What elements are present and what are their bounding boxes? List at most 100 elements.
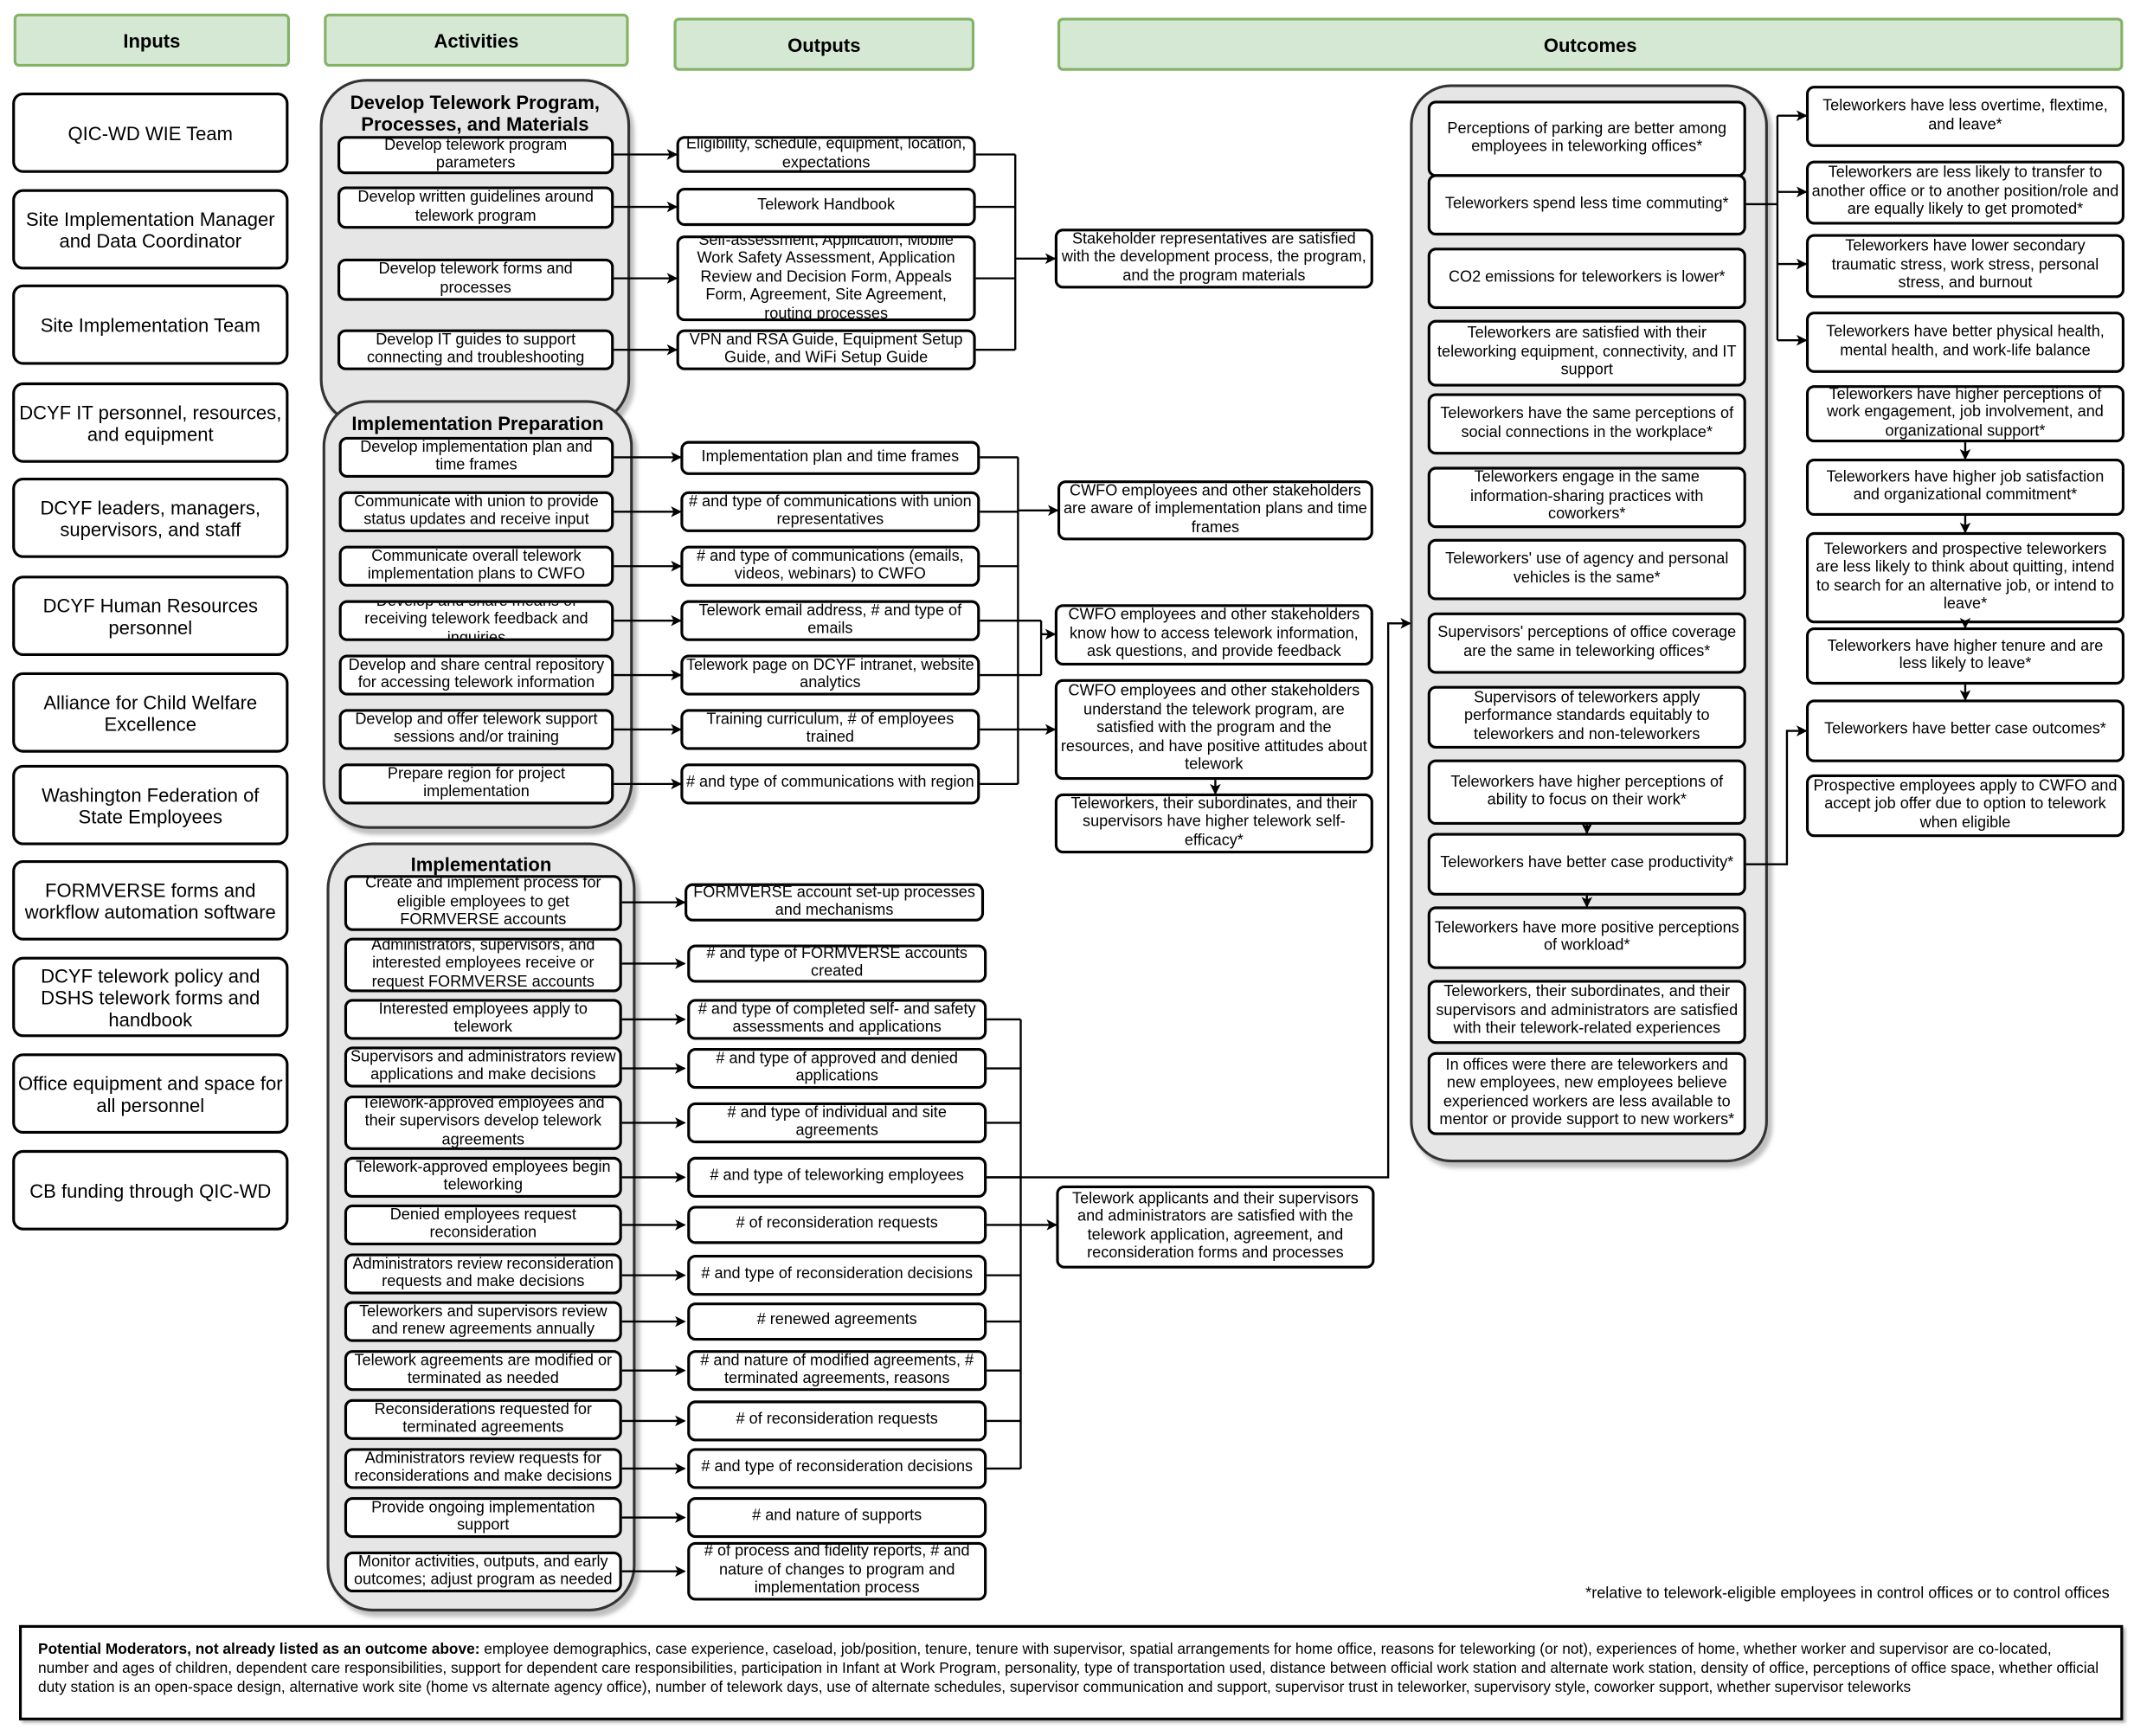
long-term-outcome-box: Teleworkers have higher job satisfaction… bbox=[1805, 458, 2124, 517]
activity-box: Telework agreements are modified or term… bbox=[344, 1350, 622, 1392]
short-outcome-box: Teleworkers, their subordinates, and the… bbox=[1054, 793, 1373, 854]
outcome-box: Teleworkers have more positive perceptio… bbox=[1427, 906, 1746, 969]
output-box: Telework page on DCYF intranet, website … bbox=[680, 654, 980, 696]
header-outcomes: Outcomes bbox=[1057, 17, 2124, 71]
footnote: *relative to telework-eligible employees… bbox=[1585, 1585, 2110, 1603]
short-outcome-box: CWFO employees and other stakeholders un… bbox=[1054, 678, 1373, 781]
outcome-box: Supervisors' perceptions of office cover… bbox=[1427, 612, 1746, 674]
long-term-outcome-box: Teleworkers have less overtime, flextime… bbox=[1805, 86, 2124, 147]
output-box: Telework Handbook bbox=[676, 188, 976, 227]
activity-box: Supervisors and administrators review ap… bbox=[344, 1046, 622, 1088]
input-box: Alliance for Child Welfare Excellence bbox=[12, 672, 289, 753]
output-box: # and type of communications (emails, vi… bbox=[680, 545, 980, 587]
output-box: # renewed agreements bbox=[687, 1302, 987, 1341]
input-box: DCYF leaders, managers, supervisors, and… bbox=[12, 478, 289, 558]
output-box: # and nature of modified agreements, # t… bbox=[687, 1350, 987, 1392]
group-title: Develop Telework Program, Processes, and… bbox=[350, 91, 601, 135]
activity-box: Develop IT guides to support connecting … bbox=[337, 329, 614, 370]
activity-box: Communicate with union to provide status… bbox=[338, 491, 614, 532]
long-term-outcome-box: Teleworkers have lower secondary traumat… bbox=[1805, 234, 2124, 299]
output-box: FORMVERSE account set-up processes and m… bbox=[685, 883, 985, 922]
activity-box: Develop telework program parameters bbox=[337, 136, 614, 175]
long-term-outcome-box: Prospective employees apply to CWFO and … bbox=[1805, 774, 2124, 838]
output-box: # and type of individual and site agreem… bbox=[687, 1102, 987, 1144]
outcome-box: Perceptions of parking are better among … bbox=[1427, 100, 1746, 177]
short-outcome-box: CWFO employees and other stakeholders kn… bbox=[1054, 604, 1373, 666]
outcome-box: Teleworkers, their subordinates, and the… bbox=[1427, 980, 1746, 1045]
output-box: Eligibility, schedule, equipment, locati… bbox=[676, 136, 976, 173]
outcome-box: Teleworkers spend less time commuting* bbox=[1427, 174, 1746, 236]
input-box: Site Implementation Team bbox=[12, 284, 289, 365]
moderators-label: Potential Moderators, not already listed… bbox=[38, 1641, 480, 1658]
outcome-box: Teleworkers have the same perceptions of… bbox=[1427, 393, 1746, 455]
activity-box: Prepare region for project implementatio… bbox=[338, 763, 614, 805]
activity-box: Reconsiderations requested for terminate… bbox=[344, 1398, 622, 1440]
activity-box: Develop telework forms and processes bbox=[337, 258, 614, 301]
input-box: Washington Federation of State Employees bbox=[12, 764, 289, 845]
long-term-outcome-box: Teleworkers have higher perceptions of w… bbox=[1805, 385, 2124, 443]
outcome-box: Teleworkers engage in the same informati… bbox=[1427, 466, 1746, 529]
header-activities: Activities bbox=[324, 13, 629, 68]
input-box: DCYF IT personnel, resources, and equipm… bbox=[12, 382, 289, 463]
activity-box: Administrators review requests for recon… bbox=[344, 1448, 622, 1489]
activity-box: Develop and offer telework support sessi… bbox=[338, 709, 614, 750]
outcome-box: CO2 emissions for teleworkers is lower* bbox=[1427, 248, 1746, 310]
output-box: # of reconsideration requests bbox=[687, 1206, 987, 1244]
header-outputs: Outputs bbox=[673, 17, 975, 71]
long-term-outcome-box: Teleworkers have better physical health,… bbox=[1805, 312, 2124, 373]
input-box: CB funding through QIC-WD bbox=[12, 1149, 289, 1231]
input-box: DCYF Human Resources personnel bbox=[12, 575, 289, 657]
activity-box: Develop implementation plan and time fra… bbox=[338, 436, 614, 479]
activity-box: Create and implement process for eligibl… bbox=[344, 875, 622, 931]
activity-box: Communicate overall telework implementat… bbox=[338, 545, 614, 587]
outcome-box: Teleworkers' use of agency and personal … bbox=[1427, 538, 1746, 601]
activity-box: Monitor activities, outputs, and early o… bbox=[344, 1551, 622, 1593]
output-box: Telework email address, # and type of em… bbox=[680, 600, 980, 641]
outcome-box: Teleworkers have higher perceptions of a… bbox=[1427, 759, 1746, 826]
group-develop-program: Develop Telework Program, Processes, and… bbox=[319, 79, 631, 427]
input-box: QIC-WD WIE Team bbox=[12, 92, 289, 173]
short-outcome-box: CWFO employees and other stakeholders ar… bbox=[1057, 480, 1373, 541]
output-box: Training curriculum, # of employees trai… bbox=[680, 709, 980, 750]
logic-model-diagram: Inputs Activities Outputs Outcomes Devel… bbox=[0, 0, 2134, 1735]
input-box: FORMVERSE forms and workflow automation … bbox=[12, 859, 289, 941]
long-term-outcome-box: Teleworkers have higher tenure and are l… bbox=[1805, 627, 2124, 685]
activity-box: Telework-approved employees and their su… bbox=[344, 1096, 622, 1150]
activity-box: Develop written guidelines around telewo… bbox=[337, 186, 614, 229]
activity-box: Develop and share means of receiving tel… bbox=[338, 600, 614, 641]
activity-box: Administrators review reconsideration re… bbox=[344, 1253, 622, 1295]
short-outcome-box: Telework applicants and their supervisor… bbox=[1056, 1185, 1375, 1269]
outcome-box: Supervisors of teleworkers apply perform… bbox=[1427, 685, 1746, 749]
input-box: DCYF telework policy and DSHS telework f… bbox=[12, 956, 289, 1038]
moderators-box: Potential Moderators, not already listed… bbox=[19, 1624, 2124, 1720]
long-term-outcome-box: Teleworkers are less likely to transfer … bbox=[1805, 160, 2124, 225]
output-box: VPN and RSA Guide, Equipment Setup Guide… bbox=[676, 329, 976, 370]
header-inputs: Inputs bbox=[13, 13, 290, 68]
activity-box: Denied employees request reconsideration bbox=[344, 1204, 622, 1246]
output-box: # and type of teleworking employees bbox=[687, 1156, 987, 1198]
short-outcome-box: Stakeholder representatives are satisfie… bbox=[1054, 228, 1373, 289]
output-box: # of process and fidelity reports, # and… bbox=[687, 1541, 987, 1601]
input-box: Site Implementation Manager and Data Coo… bbox=[12, 189, 289, 270]
output-box: Implementation plan and time frames bbox=[680, 440, 980, 475]
output-box: # and type of reconsideration decisions bbox=[687, 1448, 987, 1489]
outcome-box: Teleworkers are satisfied with their tel… bbox=[1427, 319, 1746, 387]
output-box: # and type of completed self- and safety… bbox=[687, 999, 987, 1040]
output-box: # and type of approved and denied applic… bbox=[687, 1047, 987, 1090]
activity-box: Administrators, supervisors, and interes… bbox=[344, 937, 622, 993]
activity-box: Teleworkers and supervisors review and r… bbox=[344, 1301, 622, 1342]
output-box: # and nature of supports bbox=[687, 1496, 987, 1539]
output-box: # and type of reconsideration decisions bbox=[687, 1255, 987, 1296]
group-title: Implementation Preparation bbox=[351, 412, 604, 434]
outcome-box: In offices were there are teleworkers an… bbox=[1427, 1051, 1746, 1135]
group-title: Implementation bbox=[410, 853, 552, 876]
output-box: # and type of communications with region bbox=[680, 763, 980, 805]
activity-box: Develop and share central repository for… bbox=[338, 654, 614, 696]
activity-box: Telework-approved employees begin telewo… bbox=[344, 1156, 622, 1198]
output-box: # and type of FORMVERSE accounts created bbox=[687, 944, 987, 983]
outcome-box: Teleworkers have better case productivit… bbox=[1427, 833, 1746, 896]
activity-box: Interested employees apply to telework bbox=[344, 999, 622, 1040]
long-term-outcome-box: Teleworkers have better case outcomes* bbox=[1805, 699, 2124, 762]
activity-box: Provide ongoing implementation support bbox=[344, 1496, 622, 1539]
input-box: Office equipment and space for all perso… bbox=[12, 1053, 289, 1135]
